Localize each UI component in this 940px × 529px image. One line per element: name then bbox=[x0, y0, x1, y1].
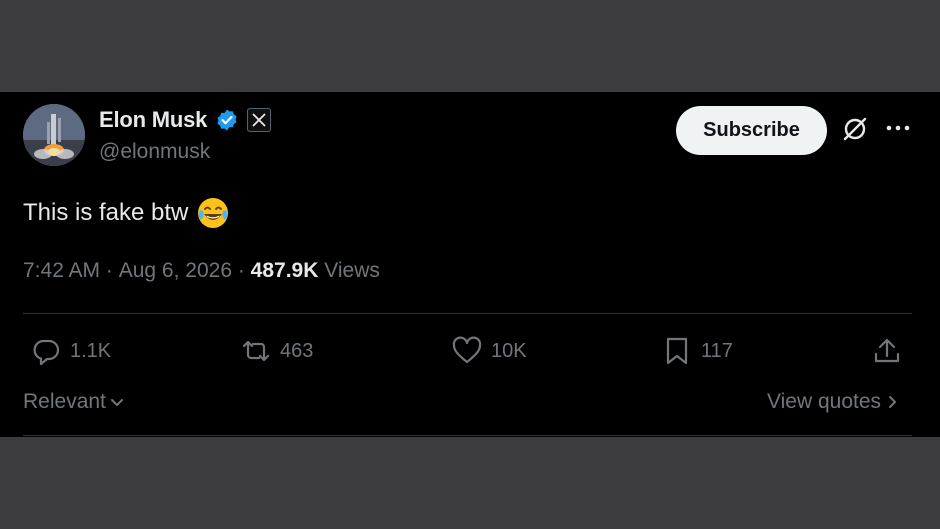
face-with-tears-of-joy-icon bbox=[196, 196, 230, 230]
bookmark-count: 117 bbox=[701, 339, 733, 362]
author-handle[interactable]: @elonmusk bbox=[99, 140, 210, 164]
repost-button[interactable]: 463 bbox=[240, 335, 313, 367]
meta-separator: · bbox=[100, 259, 119, 282]
chevron-down-icon bbox=[110, 399, 123, 406]
like-count: 10K bbox=[491, 339, 527, 362]
more-options-icon[interactable] bbox=[884, 118, 912, 138]
views-count: 487.9K bbox=[250, 259, 319, 282]
avatar[interactable] bbox=[23, 104, 85, 166]
share-icon bbox=[874, 338, 900, 363]
reply-count: 1.1K bbox=[70, 339, 112, 362]
tweet-text: This is fake btw bbox=[23, 196, 230, 230]
reply-button[interactable]: 1.1K bbox=[30, 335, 111, 367]
chevron-right-icon bbox=[889, 396, 897, 408]
tweet-metadata: 7:42 AM · Aug 6, 2026 · 487.9K Views bbox=[23, 259, 380, 283]
reply-icon bbox=[33, 339, 60, 366]
repost-count: 463 bbox=[280, 339, 314, 362]
x-logo-icon[interactable] bbox=[247, 108, 272, 132]
bookmark-icon bbox=[666, 337, 688, 365]
repost-icon bbox=[242, 340, 270, 362]
meta-separator: · bbox=[232, 259, 251, 282]
bookmark-button[interactable]: 117 bbox=[661, 335, 733, 367]
bottom-divider bbox=[23, 435, 912, 436]
tweet-body: This is fake btw bbox=[23, 199, 189, 226]
author-name-row: Elon Musk bbox=[99, 107, 272, 133]
tweet-time[interactable]: 7:42 AM bbox=[23, 259, 100, 283]
sort-replies-dropdown[interactable]: Relevant bbox=[23, 390, 126, 414]
heart-icon bbox=[452, 336, 482, 364]
author-display-name[interactable]: Elon Musk bbox=[99, 107, 207, 133]
divider bbox=[23, 313, 912, 314]
tweet-date[interactable]: Aug 6, 2026 bbox=[119, 259, 232, 283]
subscribe-button[interactable]: Subscribe bbox=[676, 106, 827, 155]
like-button[interactable]: 10K bbox=[451, 335, 527, 367]
share-button[interactable] bbox=[871, 335, 903, 367]
views-label: Views bbox=[318, 259, 380, 282]
view-quotes-link[interactable]: View quotes bbox=[767, 390, 899, 414]
sort-label: Relevant bbox=[23, 390, 106, 413]
grok-icon[interactable] bbox=[841, 115, 869, 143]
verified-badge-icon[interactable] bbox=[215, 108, 239, 132]
view-quotes-label: View quotes bbox=[767, 390, 882, 413]
